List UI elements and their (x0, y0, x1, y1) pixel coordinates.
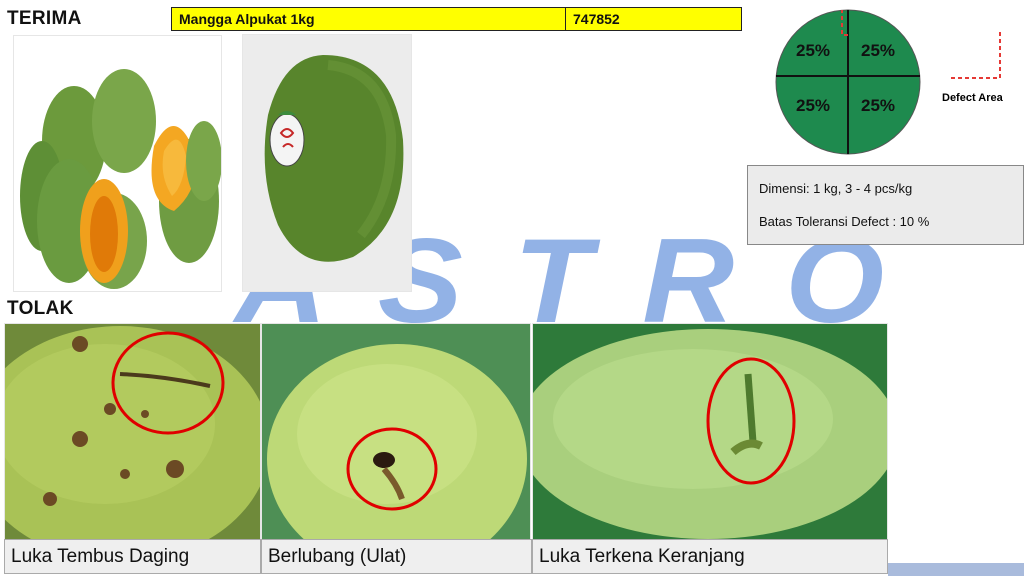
product-name: Mangga Alpukat 1kg (172, 8, 566, 30)
defect-legend-marker (948, 32, 1001, 79)
basket-wound-image (533, 329, 887, 539)
reject-photo-basket-wound (532, 323, 888, 540)
reject-photo-worm-hole (261, 323, 531, 540)
tolerance-text: Batas Toleransi Defect : 10 % (759, 214, 930, 229)
reject-photo-flesh-wound (4, 323, 261, 540)
product-code: 747852 (573, 11, 620, 27)
footer-strip (888, 563, 1024, 576)
reject-section-title: TOLAK (7, 298, 74, 319)
defect-area-diagram: 25% 25% 25% 25% Defect Area (775, 9, 1004, 155)
quadrant-bottom-left: 25% (796, 96, 830, 115)
quadrant-top-right: 25% (861, 41, 895, 60)
caption-flesh-wound: Luka Tembus Daging (4, 539, 261, 574)
accept-section-title: TERIMA (7, 8, 82, 29)
accepted-mango-group-photo (13, 35, 222, 292)
spec-box: Dimensi: 1 kg, 3 - 4 pcs/kg Batas Tolera… (747, 165, 1024, 245)
mango-group-image (20, 69, 221, 289)
caption-basket-wound: Luka Terkena Keranjang (532, 539, 888, 574)
product-bar: Mangga Alpukat 1kg 747852 (171, 7, 742, 31)
single-mango-image (264, 55, 404, 262)
quadrant-bottom-right: 25% (861, 96, 895, 115)
accepted-single-mango-photo (242, 34, 412, 292)
worm-hole-image (267, 344, 527, 539)
dimension-text: Dimensi: 1 kg, 3 - 4 pcs/kg (759, 181, 913, 196)
defect-area-label: Defect Area (942, 92, 1004, 104)
quadrant-top-left: 25% (796, 41, 830, 60)
flesh-wound-image (5, 326, 260, 539)
caption-worm-hole: Berlubang (Ulat) (261, 539, 532, 574)
